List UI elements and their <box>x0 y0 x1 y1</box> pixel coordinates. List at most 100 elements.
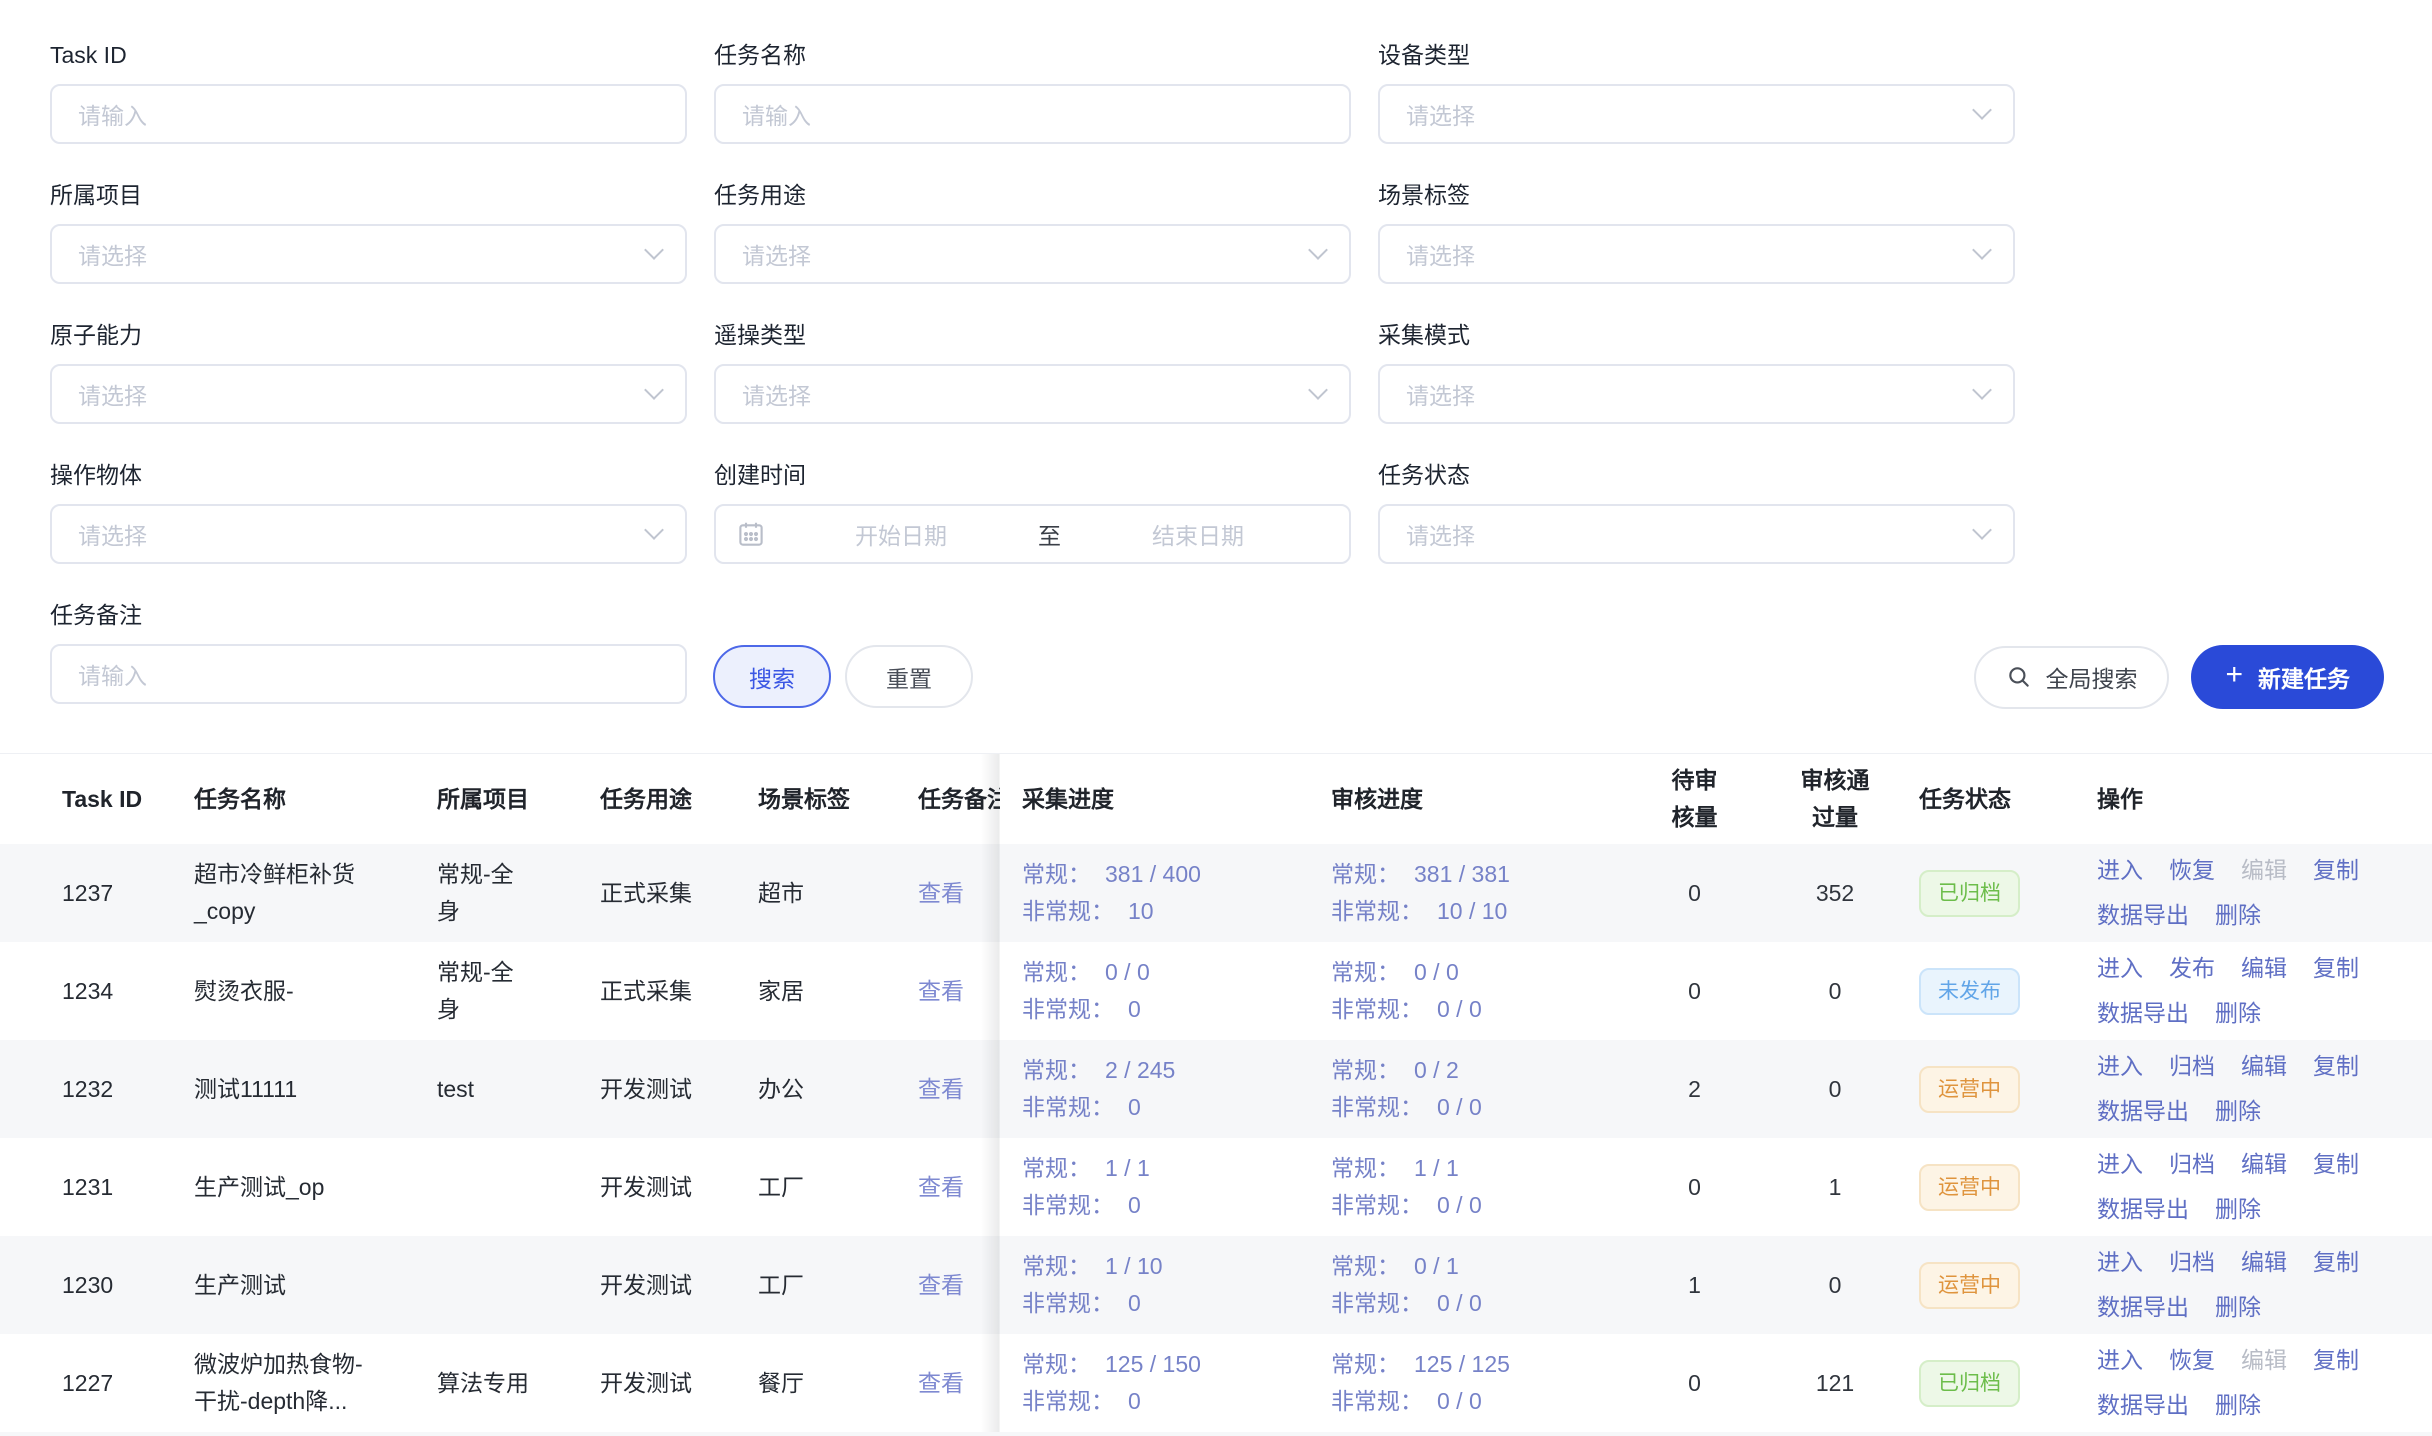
scene-tag-select[interactable]: 请选择 <box>1378 224 2015 284</box>
action-link[interactable]: 数据导出 <box>2097 1387 2189 1424</box>
field-label: 设备类型 <box>1378 40 2015 70</box>
col-name: 任务名称 <box>194 781 437 818</box>
cell-scene: 超市 <box>758 875 918 912</box>
action-link[interactable]: 进入 <box>2097 1244 2143 1281</box>
collect-mode-select[interactable]: 请选择 <box>1378 364 2015 424</box>
action-link[interactable]: 恢复 <box>2169 1342 2215 1379</box>
cell-scene: 工厂 <box>758 1267 918 1304</box>
action-link[interactable]: 进入 <box>2097 1342 2143 1379</box>
cell-operations: 进入 归档 编辑 复制 数据导出 删除 <box>2097 1244 2432 1326</box>
status-badge: 运营中 <box>1919 1066 2020 1113</box>
placeholder-text: 请选择 <box>78 377 147 411</box>
action-link[interactable]: 数据导出 <box>2097 995 2189 1032</box>
action-link[interactable]: 复制 <box>2313 1244 2359 1281</box>
reset-button[interactable]: 重置 <box>845 645 973 708</box>
action-link[interactable]: 进入 <box>2097 1146 2143 1183</box>
teleop-type-select[interactable]: 请选择 <box>714 364 1351 424</box>
cell-pending: 1 <box>1638 1267 1751 1304</box>
cell-task-id: 1227 <box>0 1365 194 1402</box>
view-note-link[interactable]: 查看 <box>918 1272 964 1298</box>
create-time-range-picker[interactable]: 开始日期 至 结束日期 <box>714 504 1351 564</box>
task-id-input[interactable]: 请输入 <box>50 84 687 144</box>
field-label: 场景标签 <box>1378 180 2015 210</box>
action-link[interactable]: 删除 <box>2215 897 2261 934</box>
create-task-label: 新建任务 <box>2258 660 2350 694</box>
search-button[interactable]: 搜索 <box>713 645 831 708</box>
chevron-down-icon <box>644 240 664 260</box>
cell-pending: 0 <box>1638 875 1751 912</box>
action-link[interactable]: 删除 <box>2215 1387 2261 1424</box>
action-link[interactable]: 编辑 <box>2241 1342 2287 1379</box>
cell-review-progress: 常规：0 / 0 非常规：0 / 0 <box>1331 954 1638 1028</box>
calendar-icon <box>736 519 766 549</box>
action-link[interactable]: 复制 <box>2313 852 2359 889</box>
action-link[interactable]: 复制 <box>2313 1342 2359 1379</box>
action-link[interactable]: 数据导出 <box>2097 897 2189 934</box>
chevron-down-icon <box>1308 380 1328 400</box>
action-link[interactable]: 进入 <box>2097 950 2143 987</box>
device-type-select[interactable]: 请选择 <box>1378 84 2015 144</box>
action-link[interactable]: 编辑 <box>2241 1244 2287 1281</box>
end-date-placeholder[interactable]: 结束日期 <box>1067 517 1329 551</box>
start-date-placeholder[interactable]: 开始日期 <box>770 517 1032 551</box>
action-link[interactable]: 删除 <box>2215 1289 2261 1326</box>
action-link[interactable]: 删除 <box>2215 1191 2261 1228</box>
action-link[interactable]: 进入 <box>2097 1048 2143 1085</box>
project-select[interactable]: 请选择 <box>50 224 687 284</box>
cell-task-id: 1230 <box>0 1267 194 1304</box>
action-link[interactable]: 复制 <box>2313 1048 2359 1085</box>
cell-task-id: 1231 <box>0 1169 194 1206</box>
placeholder-text: 请输入 <box>78 97 147 131</box>
action-link[interactable]: 数据导出 <box>2097 1093 2189 1130</box>
action-link[interactable]: 删除 <box>2215 995 2261 1032</box>
action-link[interactable]: 编辑 <box>2241 852 2287 889</box>
task-management-page: Task ID 请输入 任务名称 请输入 设备类型 请选择 所属项目 <box>0 0 2432 1436</box>
task-purpose-select[interactable]: 请选择 <box>714 224 1351 284</box>
task-status-select[interactable]: 请选择 <box>1378 504 2015 564</box>
action-link[interactable]: 编辑 <box>2241 1146 2287 1183</box>
operate-object-select[interactable]: 请选择 <box>50 504 687 564</box>
cell-scene: 办公 <box>758 1071 918 1108</box>
cell-operations: 进入 恢复 编辑 复制 数据导出 删除 <box>2097 852 2432 934</box>
view-note-link[interactable]: 查看 <box>918 1174 964 1200</box>
action-link[interactable]: 数据导出 <box>2097 1191 2189 1228</box>
action-link[interactable]: 复制 <box>2313 1146 2359 1183</box>
action-link[interactable]: 删除 <box>2215 1093 2261 1130</box>
action-link[interactable]: 归档 <box>2169 1048 2215 1085</box>
atomic-ability-select[interactable]: 请选择 <box>50 364 687 424</box>
action-link[interactable]: 编辑 <box>2241 950 2287 987</box>
toolbar-right: 全局搜索 + 新建任务 <box>1974 645 2384 709</box>
view-note-link[interactable]: 查看 <box>918 978 964 1004</box>
chevron-down-icon <box>1972 380 1992 400</box>
action-link[interactable]: 复制 <box>2313 950 2359 987</box>
task-table: Task ID 任务名称 所属项目 任务用途 场景标签 任务备注 采集进度 审核… <box>0 753 2432 1436</box>
next-row-edge <box>0 1432 2432 1436</box>
action-link[interactable]: 发布 <box>2169 950 2215 987</box>
field-teleop-type: 遥操类型 请选择 <box>714 320 1351 424</box>
field-label: 原子能力 <box>50 320 687 350</box>
global-search-button[interactable]: 全局搜索 <box>1974 646 2169 709</box>
cell-name: 超市冷鲜柜补货 _copy <box>194 856 437 930</box>
view-note-link[interactable]: 查看 <box>918 880 964 906</box>
col-note: 任务备注 <box>918 781 1000 818</box>
action-link[interactable]: 编辑 <box>2241 1048 2287 1085</box>
task-note-input[interactable]: 请输入 <box>50 644 687 704</box>
col-task-id: Task ID <box>0 781 194 818</box>
action-link[interactable]: 恢复 <box>2169 852 2215 889</box>
cell-operations: 进入 恢复 编辑 复制 数据导出 删除 <box>2097 1342 2432 1424</box>
field-label: 任务备注 <box>50 600 687 630</box>
field-atomic-ability: 原子能力 请选择 <box>50 320 687 424</box>
view-note-link[interactable]: 查看 <box>918 1370 964 1396</box>
action-link[interactable]: 数据导出 <box>2097 1289 2189 1326</box>
cell-operations: 进入 归档 编辑 复制 数据导出 删除 <box>2097 1146 2432 1228</box>
cell-pending: 0 <box>1638 1365 1751 1402</box>
create-task-button[interactable]: + 新建任务 <box>2191 645 2384 709</box>
field-task-status: 任务状态 请选择 <box>1378 460 2015 564</box>
task-name-input[interactable]: 请输入 <box>714 84 1351 144</box>
action-link[interactable]: 进入 <box>2097 852 2143 889</box>
cell-project: 算法专用 <box>437 1365 600 1402</box>
action-link[interactable]: 归档 <box>2169 1244 2215 1281</box>
action-link[interactable]: 归档 <box>2169 1146 2215 1183</box>
cell-review-progress: 常规：0 / 2 非常规：0 / 0 <box>1331 1052 1638 1126</box>
view-note-link[interactable]: 查看 <box>918 1076 964 1102</box>
